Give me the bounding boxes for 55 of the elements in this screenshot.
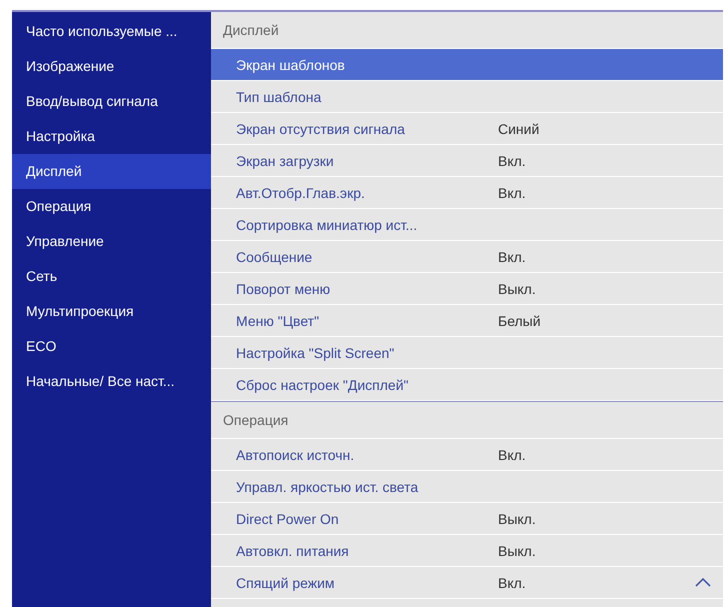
setting-label: Спящий режим: [236, 574, 336, 590]
setting-label: Экран шаблонов: [236, 56, 346, 72]
section-heading: Операция: [211, 401, 723, 439]
sidebar-item[interactable]: Ввод/вывод сигнала: [12, 84, 211, 119]
setting-value: Вкл.: [498, 152, 526, 168]
sidebar-item[interactable]: Часто используемые ...: [12, 14, 211, 49]
menu-row[interactable]: Direct Power On Выкл.: [211, 503, 723, 535]
setting-value: Выкл.: [498, 510, 536, 526]
sidebar-item[interactable]: Управление: [12, 224, 211, 259]
setting-value: Вкл.: [498, 248, 526, 264]
menu-row[interactable]: Спящий режим Вкл.: [211, 567, 723, 599]
menu-row[interactable]: Сброс настроек "Дисплей": [211, 369, 723, 401]
setting-value: Вкл.: [498, 446, 526, 462]
menu-row[interactable]: Авт.Отобр.Глав.экр. Вкл.: [211, 177, 723, 209]
menu-row[interactable]: Поворот меню Выкл.: [211, 273, 723, 305]
setting-label: Сброс настроек "Дисплей": [236, 376, 410, 392]
sidebar-item[interactable]: ECO: [12, 329, 211, 364]
menu-row[interactable]: Тип шаблона: [211, 81, 723, 113]
setting-label: Настройка "Split Screen": [236, 344, 396, 360]
setting-label: Экран загрузки: [236, 152, 335, 168]
sidebar-item[interactable]: Начальные/ Все наст...: [12, 364, 211, 399]
setting-label: Direct Power On: [236, 510, 340, 526]
sidebar-item[interactable]: Настройка: [12, 119, 211, 154]
menu-row[interactable]: Экран отсутствия сигнала Синий: [211, 113, 723, 145]
setting-label: Сортировка миниатюр ист...: [236, 216, 418, 232]
setting-label: Автопоиск источн.: [236, 446, 356, 462]
sidebar-item[interactable]: Изображение: [12, 49, 211, 84]
menu-row[interactable]: Управл. яркостью ист. света: [211, 471, 723, 503]
sidebar-item[interactable]: Сеть: [12, 259, 211, 294]
scroll-up-icon[interactable]: [695, 578, 711, 587]
menu-row[interactable]: Сортировка миниатюр ист...: [211, 209, 723, 241]
setting-value: Белый: [498, 312, 541, 328]
setting-label: Поворот меню: [236, 280, 332, 296]
setting-label: Сообщение: [236, 248, 314, 264]
menu-row[interactable]: Экран загрузки Вкл.: [211, 145, 723, 177]
setting-value: Вкл.: [498, 574, 526, 590]
setting-label: Авт.Отобр.Глав.экр.: [236, 184, 366, 200]
sidebar-item[interactable]: Дисплей: [12, 154, 211, 189]
menu-row[interactable]: Экран шаблонов: [211, 49, 723, 81]
sidebar-item[interactable]: Мультипроекция: [12, 294, 211, 329]
setting-label: Управл. яркостью ист. света: [236, 478, 420, 494]
menu-row[interactable]: Сообщение Вкл.: [211, 241, 723, 273]
setting-value: Выкл.: [498, 542, 536, 558]
setting-label: Автовкл. питания: [236, 542, 350, 558]
setting-value: Вкл.: [498, 184, 526, 200]
setting-label: Тип шаблона: [236, 88, 322, 104]
setting-value: Выкл.: [498, 280, 536, 296]
setting-value: Синий: [498, 120, 540, 136]
menu-row[interactable]: Меню "Цвет" Белый: [211, 305, 723, 337]
menu-row[interactable]: Автовкл. питания Выкл.: [211, 535, 723, 567]
menu-row[interactable]: Настройка "Split Screen": [211, 337, 723, 369]
setting-label: Экран отсутствия сигнала: [236, 120, 406, 136]
sidebar-item[interactable]: Операция: [12, 189, 211, 224]
setting-label: Меню "Цвет": [236, 312, 320, 328]
menu-row[interactable]: Автопоиск источн. Вкл.: [211, 439, 723, 471]
